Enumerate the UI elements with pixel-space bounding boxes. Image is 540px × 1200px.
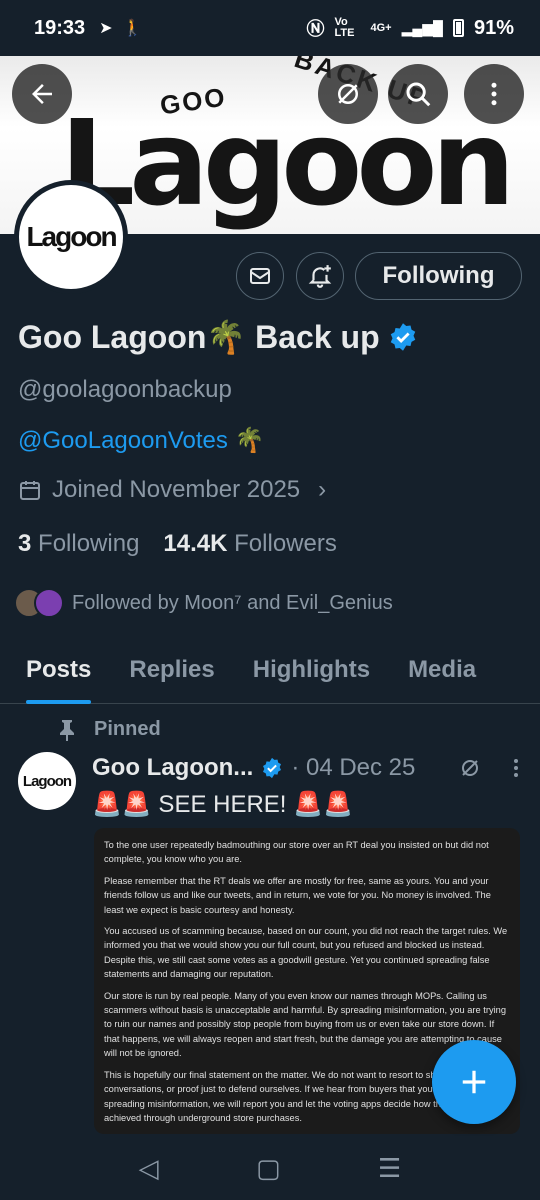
- follow-stats: 3 Following 14.4K Followers: [18, 530, 337, 558]
- grok-icon: [338, 84, 358, 104]
- post-text: 🚨🚨 SEE HERE! 🚨🚨: [92, 791, 353, 818]
- message-button[interactable]: [236, 252, 284, 300]
- notice-paragraph: To the one user repeatedly badmouthing o…: [104, 840, 489, 865]
- notice-paragraph: Please remember that the RT deals we off…: [104, 875, 491, 915]
- system-nav-bar: ◁ ▢ ☰: [0, 1136, 540, 1200]
- following-label: Following: [38, 530, 140, 557]
- plus-icon: [462, 1070, 486, 1094]
- signal-icon: ▂▄▆█: [401, 19, 443, 36]
- profile-tabs: Posts Replies Highlights Media: [0, 640, 540, 704]
- profile-avatar[interactable]: Lagoon: [14, 180, 128, 294]
- walking-icon: 🚶: [122, 20, 143, 37]
- volte-label: Vo LTE: [334, 16, 355, 39]
- nav-back-icon[interactable]: ◁: [139, 1153, 159, 1184]
- mutual-avatars: [14, 588, 64, 618]
- grok-icon[interactable]: [458, 756, 482, 780]
- following-count: 3: [18, 530, 32, 557]
- tab-media[interactable]: Media: [408, 640, 476, 703]
- following-button[interactable]: Following: [355, 252, 522, 300]
- profile-name-row: Goo Lagoon🌴 Back up: [18, 318, 418, 356]
- status-time: 19:33: [34, 16, 86, 39]
- followers-count: 14.4K: [163, 530, 228, 557]
- notifications-button[interactable]: [296, 252, 344, 300]
- tab-replies[interactable]: Replies: [129, 640, 214, 703]
- search-button[interactable]: [388, 64, 448, 124]
- back-button[interactable]: [12, 64, 72, 124]
- post-avatar[interactable]: Lagoon: [18, 752, 76, 810]
- pin-icon: [60, 719, 74, 741]
- post-author[interactable]: Goo Lagoon...: [92, 754, 253, 782]
- followers-stat[interactable]: 14.4K Followers: [163, 530, 336, 558]
- more-vertical-icon: [491, 82, 497, 106]
- post-header: Goo Lagoon... · 04 Dec 25: [92, 754, 532, 782]
- battery-level: 91%: [473, 16, 514, 39]
- nav-recents-icon[interactable]: ☰: [378, 1153, 401, 1184]
- calendar-icon: [20, 481, 40, 500]
- nfc-icon: Ⓝ: [306, 19, 325, 39]
- notice-paragraph: You accused us of scamming because, base…: [104, 926, 508, 980]
- followers-label: Followers: [234, 530, 337, 557]
- banner-lagoon-text: Lagoon: [60, 94, 515, 232]
- tab-highlights[interactable]: Highlights: [253, 640, 370, 703]
- mutual-avatar: [34, 588, 64, 618]
- avatar-logo: Lagoon: [19, 185, 123, 289]
- post-date: · 04 Dec 25: [291, 754, 416, 781]
- compose-button[interactable]: [432, 1040, 516, 1124]
- followed-by-text: Followed by Moon⁷ and Evil_Genius: [72, 591, 393, 614]
- pinned-indicator: Pinned: [58, 718, 161, 741]
- joined-date: Joined November 2025: [52, 476, 301, 503]
- battery-icon: [452, 19, 464, 37]
- nav-home-icon[interactable]: ▢: [256, 1153, 281, 1184]
- followed-by-row[interactable]: Followed by Moon⁷ and Evil_Genius: [14, 588, 393, 618]
- network-label: 4G+: [370, 22, 392, 34]
- verified-badge-icon: [390, 323, 415, 351]
- status-bar: 19:33 ➤ 🚶 Ⓝ Vo LTE 4G+ ▂▄▆█ 91%: [0, 0, 540, 56]
- bell-plus-icon: [308, 265, 332, 288]
- tab-posts[interactable]: Posts: [26, 640, 92, 704]
- search-icon: [406, 82, 431, 107]
- profile-handle: @goolagoonbackup: [18, 376, 232, 403]
- verified-badge-icon: [263, 757, 282, 779]
- status-right: Ⓝ Vo LTE 4G+ ▂▄▆█ 91%: [306, 15, 514, 41]
- arrow-left-icon: [32, 84, 52, 104]
- grok-button[interactable]: [318, 64, 378, 124]
- more-options-button[interactable]: [464, 64, 524, 124]
- pinned-label: Pinned: [94, 718, 161, 740]
- joined-row[interactable]: Joined November 2025 ›: [18, 476, 326, 504]
- telegram-icon: ➤: [99, 20, 113, 37]
- bio-mention-link[interactable]: @GooLagoonVotes 🌴: [18, 426, 264, 455]
- mail-icon: [250, 268, 270, 284]
- following-stat[interactable]: 3 Following: [18, 530, 139, 558]
- post-more-icon[interactable]: [512, 757, 520, 779]
- display-name: Goo Lagoon🌴 Back up: [18, 319, 380, 355]
- chevron-right-icon: ›: [318, 476, 327, 503]
